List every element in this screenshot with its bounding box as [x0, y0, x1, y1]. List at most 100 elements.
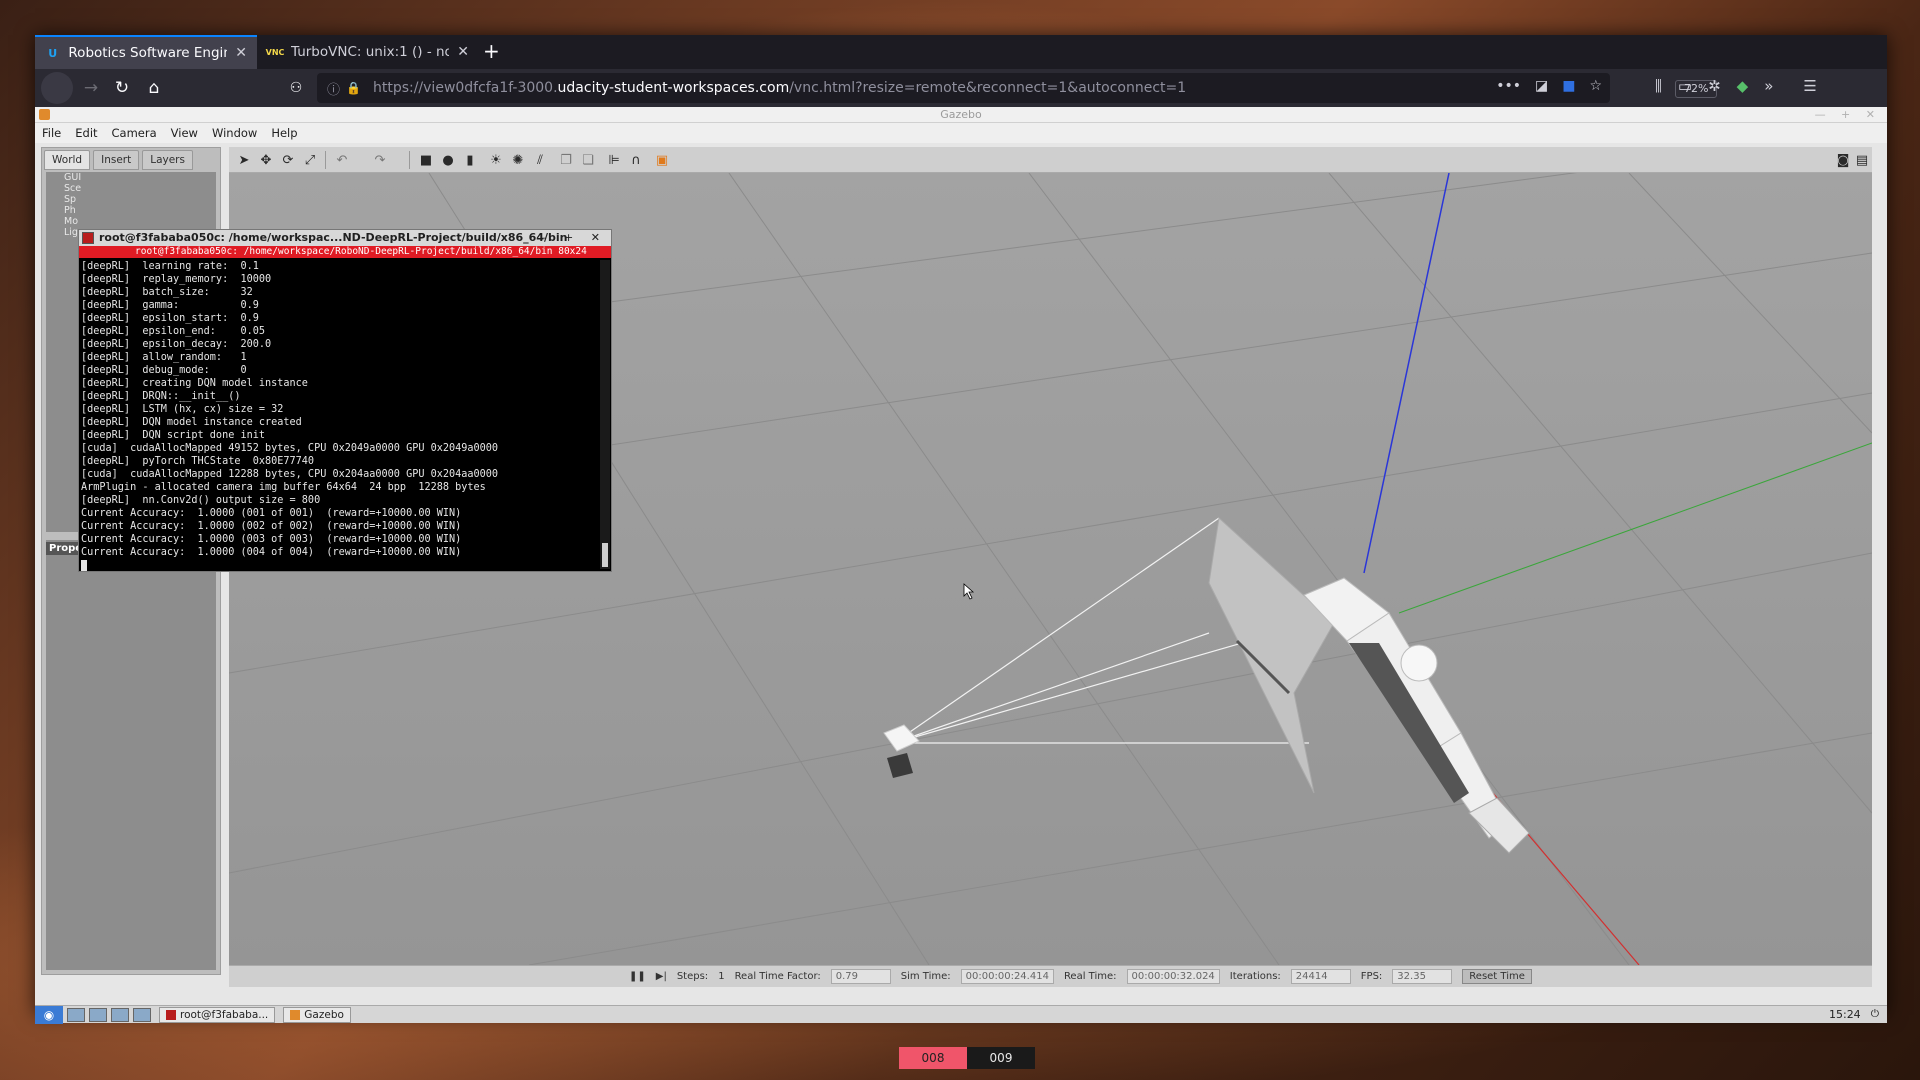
pause-icon[interactable]: ❚❚	[629, 971, 646, 982]
translate-icon[interactable]: ✥	[257, 151, 275, 169]
overflow-icon[interactable]: »	[1764, 77, 1773, 95]
terminal-scrollbar[interactable]	[600, 260, 610, 569]
tab-robotics[interactable]: U Robotics Software Engine ✕	[35, 35, 257, 69]
tree-item-models[interactable]: Mo	[46, 216, 216, 227]
sidebar-icon[interactable]: ▭	[1678, 77, 1692, 95]
redo-icon[interactable]: ↷	[371, 151, 389, 169]
tab-title: Robotics Software Engine	[68, 45, 228, 61]
select-arrow-icon[interactable]: ➤	[235, 151, 253, 169]
rotate-icon[interactable]: ⟳	[279, 151, 297, 169]
tree-item-spherical[interactable]: Sp	[46, 194, 216, 205]
library-icon[interactable]: ⫼	[1655, 77, 1662, 95]
terminal-icon	[82, 232, 94, 244]
real-time-value: 00:00:00:32.024	[1126, 969, 1220, 984]
extension-icon[interactable]: ■	[1562, 78, 1575, 94]
bug-icon[interactable]: ✲	[1708, 77, 1721, 95]
menu-icon[interactable]: ☰	[1803, 77, 1816, 95]
steps-value[interactable]: 1	[718, 971, 724, 982]
terminal-line: [deepRL] debug_mode: 0	[81, 365, 247, 376]
more-actions-icon[interactable]: •••	[1496, 78, 1521, 94]
terminal-line: [cuda] cudaAllocMapped 49152 bytes, CPU …	[81, 443, 499, 454]
tab-world[interactable]: World	[44, 150, 91, 170]
gazebo-toolbar: ➤ ✥ ⟳ ⤢ ↶ ↷ ■ ● ▮ ☀ ✺ ⫽ ❐ ❏ ⊫ ∩ ▣ ◙ ▤	[229, 147, 1872, 173]
terminal-line: [deepRL] creating DQN model instance	[81, 378, 308, 389]
box-shape-icon[interactable]: ■	[417, 151, 435, 169]
menu-file[interactable]: File	[35, 123, 68, 143]
tab-layers[interactable]: Layers	[142, 150, 193, 170]
home-button[interactable]: ⌂	[143, 77, 165, 99]
menu-window[interactable]: Window	[205, 123, 264, 143]
reset-time-button[interactable]: Reset Time	[1462, 969, 1532, 984]
tracking-icon[interactable]: ⚇	[285, 77, 307, 99]
start-menu-icon[interactable]: ◉	[35, 1005, 63, 1024]
terminal-line: Current Accuracy: 1.0000 (003 of 003) (r…	[81, 534, 462, 545]
desktop-icon[interactable]	[67, 1007, 85, 1022]
copy-icon[interactable]: ❐	[557, 151, 575, 169]
terminal-output[interactable]: [deepRL] learning rate: 0.1 [deepRL] repl…	[81, 260, 599, 571]
back-button[interactable]	[41, 72, 73, 104]
point-light-icon[interactable]: ☀	[487, 151, 505, 169]
menu-view[interactable]: View	[164, 123, 205, 143]
terminal-launcher-icon[interactable]	[89, 1007, 107, 1022]
vnc-taskbar: ◉ root@f3fababa... Gazebo 15:24 ⏻	[35, 1005, 1887, 1024]
terminal-window[interactable]: root@f3fababa050c: /home/workspac...ND-D…	[78, 229, 612, 572]
close-tab-icon[interactable]: ✕	[235, 45, 247, 61]
screenshot-icon[interactable]: ◙	[1834, 151, 1852, 169]
nav-bar: → ↻ ⌂ ⚇ ⓘ 🔒 https://view0dfcfa1f-3000.ud…	[35, 69, 1887, 107]
reload-button[interactable]: ↻	[111, 77, 133, 99]
bookmark-star-icon[interactable]: ☆	[1589, 78, 1602, 94]
taskbar-gazebo[interactable]: Gazebo	[283, 1006, 351, 1023]
info-icon[interactable]: ⓘ	[327, 79, 340, 98]
taskbar-gazebo-label: Gazebo	[304, 1008, 344, 1021]
step-icon[interactable]: ▶|	[656, 971, 667, 982]
page-next[interactable]: 009	[967, 1047, 1035, 1069]
tree-item-gui[interactable]: GUI	[46, 172, 216, 183]
gazebo-launcher-icon[interactable]	[133, 1007, 151, 1022]
rtf-label: Real Time Factor:	[734, 971, 821, 982]
tab-turbovnc[interactable]: VNC TurboVNC: unix:1 () - noV ✕	[257, 35, 479, 69]
gazebo-titlebar: Gazebo — + ✕	[35, 107, 1887, 123]
undo-icon[interactable]: ↶	[333, 151, 351, 169]
scale-icon[interactable]: ⤢	[301, 151, 319, 169]
terminal-line: Current Accuracy: 1.0000 (002 of 002) (r…	[81, 521, 462, 532]
files-icon[interactable]	[111, 1007, 129, 1022]
menu-help[interactable]: Help	[264, 123, 304, 143]
url-path: /vnc.html?resize=remote&reconnect=1&auto…	[789, 80, 1187, 96]
steps-label: Steps:	[676, 971, 709, 982]
terminal-line: [deepRL] epsilon_start: 0.9	[81, 313, 259, 324]
lock-icon[interactable]: 🔒	[346, 81, 361, 95]
pocket-icon[interactable]: ◪	[1535, 78, 1548, 94]
sphere-shape-icon[interactable]: ●	[439, 151, 457, 169]
window-controls[interactable]: — + ✕	[1815, 107, 1881, 123]
align-icon[interactable]: ⊫	[605, 151, 623, 169]
addon-icon[interactable]: ◆	[1737, 77, 1749, 95]
page-current[interactable]: 008	[899, 1047, 967, 1069]
paste-icon[interactable]: ❏	[579, 151, 597, 169]
terminal-line: ArmPlugin - allocated camera img buffer …	[81, 482, 486, 493]
tree-item-physics[interactable]: Ph	[46, 205, 216, 216]
vnc-screen[interactable]: Gazebo — + ✕ File Edit Camera View Windo…	[35, 107, 1887, 1024]
menu-camera[interactable]: Camera	[105, 123, 164, 143]
tab-insert[interactable]: Insert	[93, 150, 140, 170]
cylinder-shape-icon[interactable]: ▮	[461, 151, 479, 169]
gazebo-icon	[39, 109, 50, 120]
url-bar[interactable]: ⓘ 🔒 https://view0dfcfa1f-3000.udacity-st…	[317, 73, 1718, 103]
tab-title: TurboVNC: unix:1 () - noV	[291, 44, 450, 60]
record-log-icon[interactable]: ▤	[1853, 151, 1871, 169]
new-tab-button[interactable]: +	[483, 39, 500, 63]
power-icon[interactable]: ⏻	[1871, 1008, 1879, 1021]
tree-item-scene[interactable]: Sce	[46, 183, 216, 194]
close-tab-icon[interactable]: ✕	[457, 44, 469, 60]
toolbar-divider	[325, 151, 326, 169]
terminal-window-controls[interactable]: – + ✕	[541, 230, 607, 246]
spot-light-icon[interactable]: ✺	[509, 151, 527, 169]
terminal-line: [deepRL] epsilon_decay: 200.0	[81, 339, 272, 350]
url-prefix: https://view0dfcfa1f-3000.	[372, 80, 558, 96]
taskbar-terminal[interactable]: root@f3fababa...	[159, 1006, 276, 1023]
directional-light-icon[interactable]: ⫽	[531, 151, 549, 169]
menu-edit[interactable]: Edit	[68, 123, 104, 143]
terminal-line: Current Accuracy: 1.0000 (001 of 001) (r…	[81, 508, 462, 519]
snap-icon[interactable]: ∩	[627, 151, 645, 169]
forward-button[interactable]: →	[80, 77, 102, 99]
change-view-icon[interactable]: ▣	[653, 151, 671, 169]
